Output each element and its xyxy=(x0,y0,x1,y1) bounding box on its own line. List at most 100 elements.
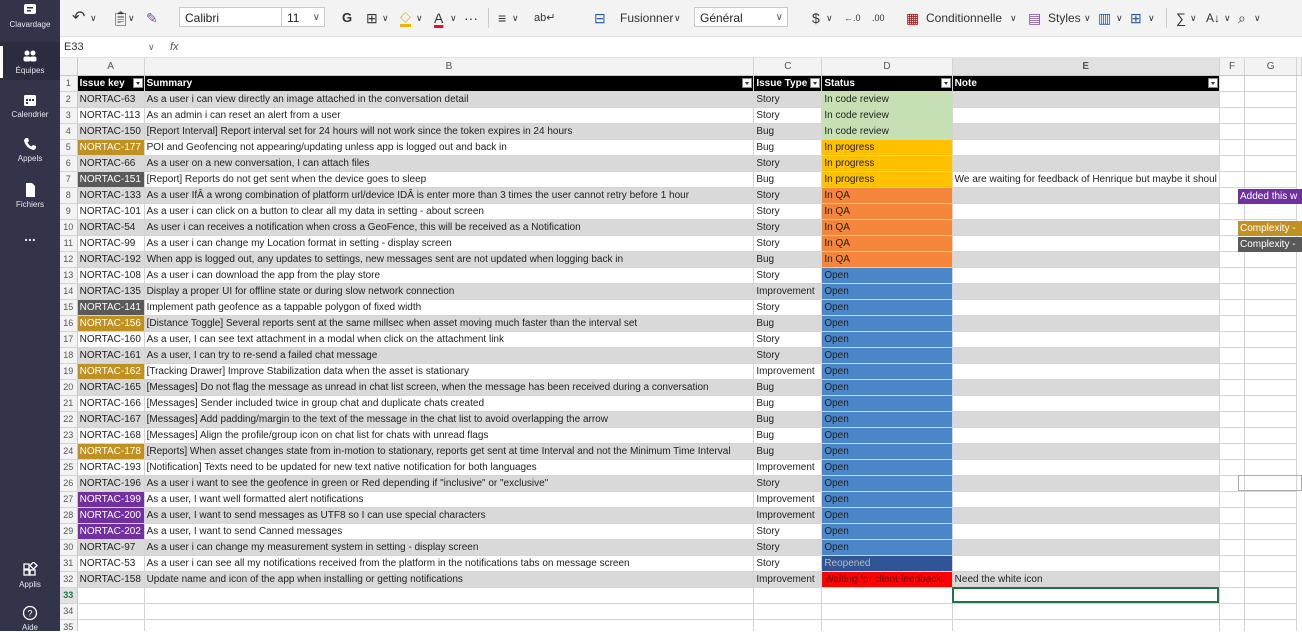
undo-dropdown-icon[interactable]: ∨ xyxy=(90,8,97,28)
status-cell[interactable]: Open xyxy=(821,331,953,348)
row-header[interactable]: 21 xyxy=(60,395,78,412)
issue-key-cell[interactable]: NORTAC-200 xyxy=(77,507,145,524)
note-cell[interactable]: We are waiting for feedback of Henrique … xyxy=(952,171,1220,188)
cell[interactable] xyxy=(1244,75,1297,92)
issue-key-cell[interactable]: NORTAC-108 xyxy=(77,267,145,284)
summary-cell[interactable]: As a user i can change my measurement sy… xyxy=(144,539,755,556)
cell[interactable] xyxy=(1244,171,1297,188)
issue-type-cell[interactable]: Story xyxy=(753,219,823,236)
cell[interactable] xyxy=(1219,363,1246,380)
status-cell[interactable]: Open xyxy=(821,443,953,460)
insert-cells-icon[interactable]: ⊞ xyxy=(1130,8,1142,28)
row-header[interactable]: 19 xyxy=(60,363,78,380)
conditional-format-icon[interactable]: ▦ xyxy=(906,8,919,28)
bold-button[interactable]: G xyxy=(342,8,352,28)
summary-cell[interactable]: As user i can receives a notification wh… xyxy=(144,219,755,236)
summary-cell[interactable]: [Report Interval] Report interval set fo… xyxy=(144,123,755,140)
cell[interactable] xyxy=(1219,586,1246,604)
row-header[interactable]: 34 xyxy=(60,603,78,620)
cell[interactable] xyxy=(1219,619,1246,631)
row-header[interactable]: 13 xyxy=(60,267,78,284)
note-cell[interactable] xyxy=(952,187,1220,204)
issue-type-cell[interactable]: Improvement xyxy=(753,283,823,300)
issue-key-cell[interactable]: NORTAC-196 xyxy=(77,475,145,492)
font-color-dropdown-icon[interactable]: ∨ xyxy=(450,8,457,28)
column-header-h[interactable] xyxy=(1296,58,1302,76)
status-cell[interactable]: Open xyxy=(821,427,953,444)
empty-outlined-cell[interactable] xyxy=(1238,475,1302,491)
issue-key-cell[interactable]: NORTAC-133 xyxy=(77,187,145,204)
rail-item-apps[interactable]: Applis xyxy=(0,562,60,596)
row-header[interactable]: 17 xyxy=(60,331,78,348)
issue-key-cell[interactable]: NORTAC-156 xyxy=(77,315,145,332)
more-options-icon[interactable]: ··· xyxy=(464,8,478,28)
filter-dropdown-icon[interactable] xyxy=(132,77,143,88)
row-header[interactable]: 12 xyxy=(60,251,78,268)
note-cell[interactable] xyxy=(952,427,1220,444)
issue-key-cell[interactable]: NORTAC-160 xyxy=(77,331,145,348)
column-header-a[interactable]: A xyxy=(77,58,145,76)
summary-cell[interactable]: As an admin i can reset an alert from a … xyxy=(144,107,755,124)
issue-type-cell[interactable]: Bug xyxy=(753,427,823,444)
cell[interactable] xyxy=(1244,91,1297,108)
cell[interactable] xyxy=(1244,411,1297,428)
issue-key-cell[interactable]: NORTAC-99 xyxy=(77,235,145,252)
cell[interactable] xyxy=(1244,571,1297,588)
sort-filter-icon[interactable]: A↓ xyxy=(1206,8,1220,28)
summary-cell[interactable]: As a user, I can see text attachment in … xyxy=(144,331,755,348)
status-cell[interactable]: In QA xyxy=(821,235,953,252)
issue-key-cell[interactable]: NORTAC-54 xyxy=(77,219,145,236)
row-header[interactable]: 33 xyxy=(60,587,78,604)
header-issue-key[interactable]: Issue key xyxy=(77,75,145,92)
status-cell[interactable]: Open xyxy=(821,459,953,476)
row-header[interactable]: 5 xyxy=(60,139,78,156)
issue-key-cell[interactable]: NORTAC-101 xyxy=(77,203,145,220)
note-cell[interactable] xyxy=(952,155,1220,172)
issue-type-cell[interactable]: Story xyxy=(753,267,823,284)
column-header-f[interactable]: F xyxy=(1219,58,1246,76)
spreadsheet-grid[interactable]: A B C D E F G 1 Issue key Summary Issue Type Status… xyxy=(60,58,1302,631)
status-cell[interactable]: Open xyxy=(821,411,953,428)
cell[interactable] xyxy=(1244,331,1297,348)
cell[interactable] xyxy=(77,619,145,631)
header-issue-type[interactable]: Issue Type xyxy=(753,75,823,92)
status-cell[interactable]: In QA xyxy=(821,251,953,268)
name-box[interactable]: E33 ∨ xyxy=(60,37,160,57)
cell[interactable] xyxy=(1219,171,1246,188)
cell[interactable] xyxy=(1219,107,1246,124)
row-header[interactable]: 14 xyxy=(60,283,78,300)
note-cell[interactable] xyxy=(952,235,1220,252)
styles-icon[interactable]: ▤ xyxy=(1028,8,1041,28)
format-painter-icon[interactable]: ✎ xyxy=(146,8,158,28)
cell[interactable] xyxy=(1244,443,1297,460)
cell[interactable] xyxy=(1244,107,1297,124)
insert-dropdown-icon[interactable]: ∨ xyxy=(1148,8,1155,28)
summary-cell[interactable]: [Messages] Align the profile/group icon … xyxy=(144,427,755,444)
column-header-d[interactable]: D xyxy=(821,58,953,76)
formula-input[interactable] xyxy=(190,37,1290,57)
issue-type-cell[interactable]: Bug xyxy=(753,123,823,140)
issue-type-cell[interactable]: Story xyxy=(753,539,823,556)
cell[interactable] xyxy=(1219,459,1246,476)
summary-cell[interactable]: [Distance Toggle] Several reports sent a… xyxy=(144,315,755,332)
note-cell[interactable] xyxy=(952,123,1220,140)
cell[interactable] xyxy=(1244,586,1297,604)
note-cell[interactable] xyxy=(952,555,1220,572)
cell[interactable] xyxy=(1219,347,1246,364)
cell[interactable] xyxy=(1219,523,1246,540)
note-cell[interactable] xyxy=(952,443,1220,460)
issue-key-cell[interactable]: NORTAC-199 xyxy=(77,491,145,508)
row-header[interactable]: 6 xyxy=(60,155,78,172)
undo-icon[interactable]: ↶ xyxy=(72,8,85,28)
column-header-b[interactable]: B xyxy=(144,58,755,76)
issue-type-cell[interactable]: Story xyxy=(753,203,823,220)
summary-cell[interactable]: As a user i can click on a button to cle… xyxy=(144,203,755,220)
cell[interactable] xyxy=(144,586,755,604)
paste-dropdown-icon[interactable]: ∨ xyxy=(128,8,135,28)
autosum-icon[interactable]: ∑ xyxy=(1176,8,1186,28)
status-cell[interactable]: In code review xyxy=(821,91,953,108)
cell[interactable] xyxy=(1219,251,1246,268)
row-header[interactable]: 26 xyxy=(60,475,78,492)
issue-type-cell[interactable]: Improvement xyxy=(753,363,823,380)
row-header[interactable]: 9 xyxy=(60,203,78,220)
